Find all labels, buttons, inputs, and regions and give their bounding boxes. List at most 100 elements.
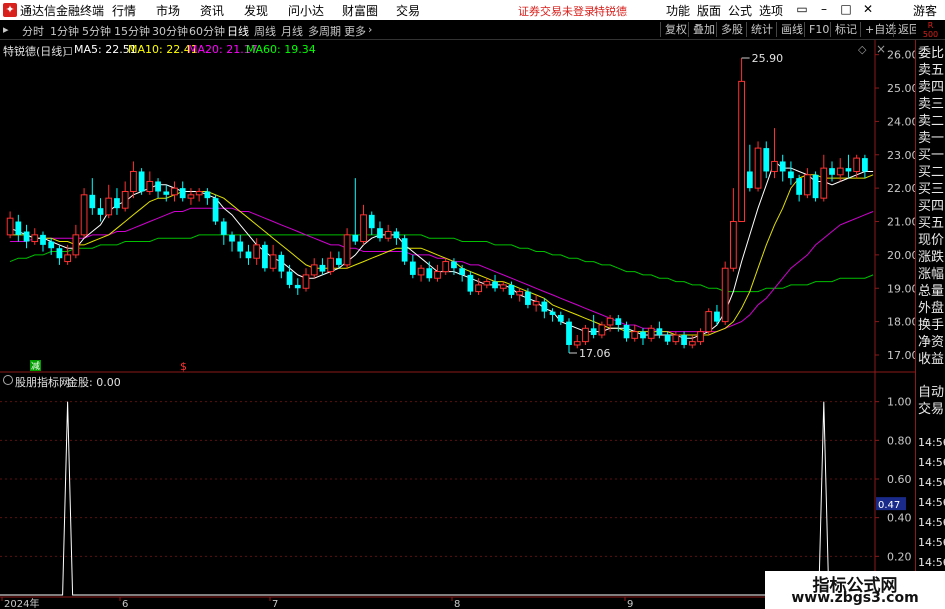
menu-wealth-circle[interactable]: 财富圈: [342, 2, 378, 19]
candle-body: [64, 254, 72, 263]
candle-body: [836, 167, 844, 176]
indicator-ytick-label: 0.40: [887, 512, 912, 525]
candle-body: [573, 341, 581, 346]
sell-marker-label: 减: [31, 360, 40, 372]
menu-layout[interactable]: 版面: [697, 2, 721, 19]
candle-body: [56, 248, 63, 259]
candle-body: [155, 181, 161, 192]
candle-body: [114, 198, 120, 209]
menu-bar: ✦ 通达信金融终端 行情 市场 资讯 发现 问小达 财富圈 交易 证券交易未登录…: [0, 0, 945, 20]
mark-button[interactable]: 标记: [830, 22, 861, 37]
candle-body: [763, 148, 770, 172]
guest-label[interactable]: 游客: [913, 2, 937, 19]
candle-body: [352, 234, 359, 242]
menu-discover[interactable]: 发现: [244, 2, 268, 19]
quote-label: 现价: [918, 233, 945, 248]
candle-body: [89, 194, 96, 209]
ytick-label: 22.00: [887, 182, 915, 195]
menu-market[interactable]: 市场: [156, 2, 180, 19]
tab-daily[interactable]: 日线: [227, 23, 249, 39]
menu-options[interactable]: 选项: [759, 2, 783, 19]
multi-stock-button[interactable]: 多股: [716, 22, 747, 37]
quote-label: 卖五: [918, 63, 945, 78]
candle-body: [467, 274, 474, 292]
draw-line-button[interactable]: 画线: [776, 22, 807, 37]
candle-body: [146, 180, 154, 192]
menu-function[interactable]: 功能: [666, 2, 690, 19]
candle-body: [417, 267, 425, 276]
menu-trade[interactable]: 交易: [396, 2, 420, 19]
candle-body: [492, 281, 498, 289]
login-notice[interactable]: 证券交易未登录: [518, 3, 595, 19]
overlay-button[interactable]: 叠加: [688, 22, 719, 37]
candle-body: [393, 231, 400, 239]
tab-weekly[interactable]: 周线: [254, 23, 276, 39]
tab-monthly[interactable]: 月线: [281, 23, 303, 39]
candle-body: [705, 311, 713, 333]
candle-body: [286, 271, 293, 285]
candle-body: [204, 191, 211, 199]
diamond-icon[interactable]: ◇: [858, 43, 866, 56]
legend-toggle-icon[interactable]: [64, 47, 72, 55]
candle-body: [681, 334, 687, 345]
close-chart-icon[interactable]: ×: [876, 42, 886, 56]
candle-body: [516, 291, 524, 296]
tab-60min[interactable]: 60分钟: [189, 23, 225, 39]
period-toolbar: ▸ 分时 1分钟 5分钟 15分钟 30分钟 60分钟 日线 周线 月线 多周期…: [0, 21, 945, 40]
candle-body: [598, 324, 606, 336]
candle-body: [327, 257, 335, 273]
candle-body: [541, 301, 548, 312]
candle-body: [72, 234, 80, 256]
low-price-label: 17.06: [579, 347, 611, 360]
candle-body: [97, 208, 104, 215]
quote-label: 换手: [918, 318, 945, 333]
statistics-button[interactable]: 统计: [746, 22, 777, 37]
candle-body: [105, 197, 113, 216]
tab-intraday[interactable]: 分时: [22, 23, 44, 39]
watermark: 指标公式网 www.zbgs3.com: [765, 571, 945, 609]
ytick-label: 26.00: [887, 49, 915, 62]
current-value-label: 0.47: [878, 500, 900, 511]
candle-body: [754, 147, 762, 189]
tab-multi-period[interactable]: 多周期: [308, 23, 341, 39]
menu-formula[interactable]: 公式: [728, 2, 752, 19]
adjust-button[interactable]: 复权: [660, 22, 691, 37]
xtick-label: 9: [627, 599, 633, 609]
tab-30min[interactable]: 30分钟: [152, 23, 188, 39]
candle-body: [647, 327, 655, 339]
candle-body: [606, 317, 614, 326]
candle-body: [640, 331, 646, 339]
price-chart[interactable]: 26.00 25.00 24.00 23.00 22.00 21.00 20.00 19.00…: [0, 40, 915, 609]
tab-1min[interactable]: 1分钟: [50, 23, 79, 39]
indicator-title: 股朋指标网: [15, 376, 70, 389]
toolbar-arrow-icon[interactable]: ▸: [3, 23, 9, 36]
candle-body: [360, 214, 367, 243]
minimize-icon[interactable]: –: [816, 1, 832, 17]
indicator-ytick-label: 0.80: [887, 434, 912, 447]
more-chevron-icon[interactable]: ›: [368, 23, 372, 36]
tab-more[interactable]: 更多: [344, 23, 366, 39]
tab-5min[interactable]: 5分钟: [82, 23, 111, 39]
indicator-settings-icon[interactable]: [3, 375, 13, 385]
maximize-icon[interactable]: □: [838, 1, 854, 17]
candle-body: [294, 284, 301, 289]
restore-icon[interactable]: ▭: [794, 1, 810, 17]
candle-body: [549, 311, 556, 315]
candle-body: [590, 328, 597, 335]
candle-body: [738, 80, 745, 223]
candle-body: [319, 264, 326, 272]
trade-time: 14:56: [918, 516, 945, 529]
trade-time: 14:56: [918, 436, 945, 449]
candle-body: [442, 261, 450, 273]
menu-quotes[interactable]: 行情: [112, 2, 136, 19]
quote-label: 净资: [918, 335, 945, 350]
candle-body: [788, 171, 794, 179]
menu-news[interactable]: 资讯: [200, 2, 224, 19]
tab-15min[interactable]: 15分钟: [114, 23, 150, 39]
close-icon[interactable]: ✕: [860, 1, 876, 17]
menu-ask[interactable]: 问小达: [288, 2, 324, 19]
candle-body: [384, 231, 392, 239]
app-logo-icon: ✦: [3, 3, 17, 17]
candle-body: [212, 198, 219, 222]
f10-button[interactable]: F10: [804, 22, 833, 37]
